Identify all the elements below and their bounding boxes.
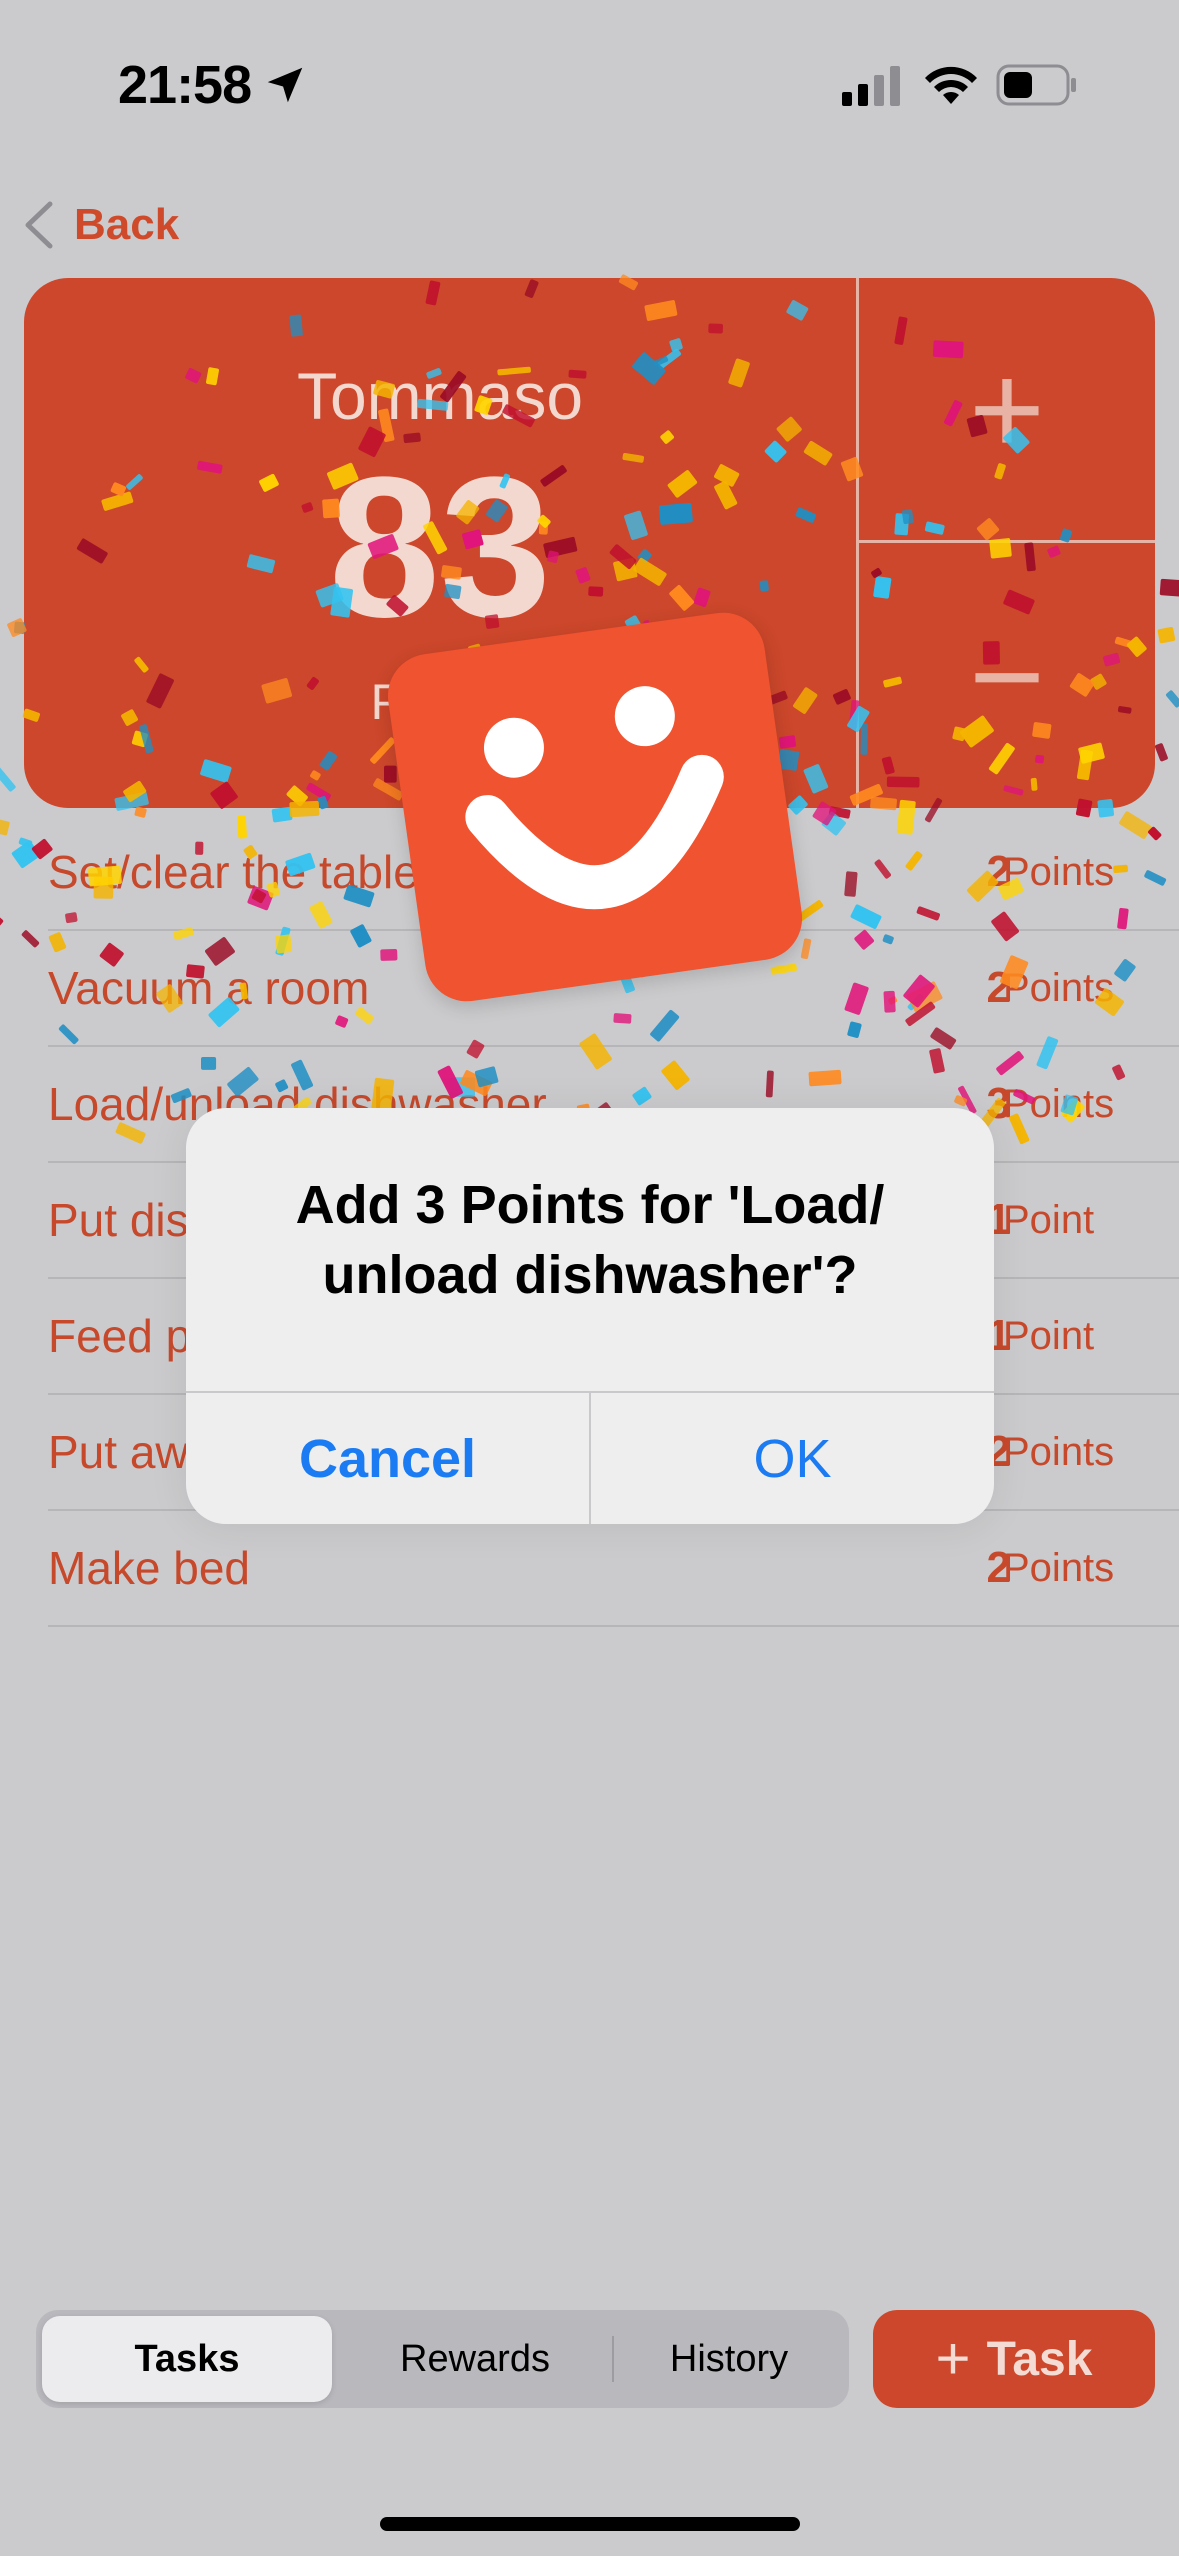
- confetti-piece: [0, 817, 10, 836]
- back-button[interactable]: Back: [22, 195, 179, 255]
- wifi-icon: [925, 66, 977, 104]
- confetti-piece: [1155, 743, 1168, 762]
- task-points-unit: Point: [1003, 1313, 1095, 1358]
- remove-point-button[interactable]: −: [859, 543, 1155, 808]
- plus-icon: +: [935, 2325, 971, 2392]
- ok-button[interactable]: OK: [591, 1393, 994, 1524]
- add-point-button[interactable]: +: [859, 278, 1155, 540]
- task-points-unit: Points: [1003, 1429, 1115, 1474]
- battery-icon: [996, 64, 1076, 106]
- confetti-piece: [0, 912, 4, 928]
- confetti-piece: [18, 837, 33, 848]
- confetti-piece: [1165, 690, 1179, 708]
- task-name: Set/clear the table: [48, 846, 419, 898]
- task-points-unit: Points: [1003, 1081, 1115, 1126]
- confetti-piece: [1157, 626, 1176, 644]
- confirm-dialog: Add 3 Points for 'Load/ unload dishwashe…: [186, 1108, 994, 1524]
- task-points-unit: Points: [1003, 1545, 1115, 1590]
- task-name: Vacuum a room: [48, 962, 370, 1014]
- status-time: 21:58: [118, 55, 252, 115]
- add-task-label: Task: [986, 2332, 1093, 2386]
- segment-history[interactable]: History: [614, 2316, 844, 2402]
- task-points-unit: Points: [1003, 965, 1115, 1010]
- smiley-face-icon: [382, 607, 808, 1007]
- home-indicator: [380, 2517, 800, 2531]
- task-points-unit: Point: [1003, 1197, 1095, 1242]
- segment-tasks[interactable]: Tasks: [42, 2316, 332, 2402]
- task-name: Make bed: [48, 1542, 251, 1594]
- dialog-title: Add 3 Points for 'Load/ unload dishwashe…: [226, 1170, 954, 1310]
- confetti-piece: [1159, 578, 1179, 598]
- segment-rewards[interactable]: Rewards: [340, 2316, 610, 2402]
- task-points-unit: Points: [1003, 849, 1115, 894]
- dialog-title-line: Add 3 Points for 'Load/: [295, 1175, 885, 1235]
- cancel-button[interactable]: Cancel: [186, 1393, 589, 1524]
- add-task-button[interactable]: + Task: [873, 2310, 1155, 2408]
- view-segmented-control: Tasks Rewards History: [36, 2310, 849, 2408]
- confetti-piece: [11, 840, 40, 869]
- confetti-piece: [0, 762, 16, 792]
- location-arrow-icon: [267, 67, 303, 103]
- chevron-left-icon: [25, 201, 53, 249]
- task-row[interactable]: Make bed 2 Points: [48, 1511, 1179, 1627]
- back-label: Back: [74, 200, 180, 249]
- confetti-piece: [21, 930, 40, 948]
- kid-name: Tommaso: [296, 359, 584, 433]
- dialog-title-line: unload dishwasher'?: [322, 1245, 858, 1305]
- cellular-signal-icon: [842, 66, 900, 106]
- status-bar: 21:58: [0, 0, 1179, 170]
